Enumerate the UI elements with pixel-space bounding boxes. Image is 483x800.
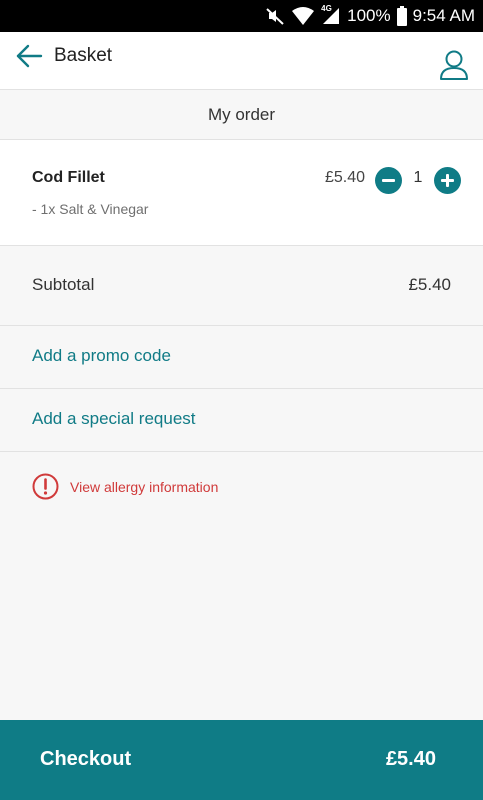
network-label: 4G [321, 4, 332, 13]
battery-icon [396, 6, 407, 26]
back-button[interactable] [14, 43, 44, 73]
mute-icon [265, 6, 285, 26]
subtotal-label: Subtotal [32, 275, 95, 294]
account-button[interactable] [439, 49, 469, 81]
subtotal-row: Subtotal £5.40 [0, 246, 483, 326]
checkout-button[interactable]: Checkout £5.40 [0, 720, 483, 800]
item-modifier: - 1x Salt & Vinegar [32, 201, 149, 217]
arrow-left-icon [15, 44, 43, 73]
app-bar: Basket [0, 32, 483, 90]
add-special-request-link[interactable]: Add a special request [32, 409, 196, 429]
item-quantity: 1 [413, 169, 423, 186]
plus-icon-vertical [446, 174, 449, 187]
checkout-total: £5.40 [385, 748, 436, 770]
order-item: Cod Fillet - 1x Salt & Vinegar £5.40 1 [0, 140, 483, 246]
subtotal-value: £5.40 [408, 275, 451, 294]
status-bar-right: 4G 100% 9:54 AM [265, 0, 475, 32]
signal-icon: 4G [321, 4, 341, 26]
status-time: 9:54 AM [412, 6, 475, 25]
battery-percent: 100% [347, 6, 391, 25]
checkout-label: Checkout [40, 748, 132, 770]
item-price: £5.40 [324, 169, 365, 186]
decrease-quantity-button[interactable] [375, 167, 402, 194]
minus-icon [382, 179, 395, 182]
section-title-text: My order [207, 104, 276, 124]
allergy-info-link[interactable]: View allergy information [32, 473, 218, 500]
increase-quantity-button[interactable] [434, 167, 461, 194]
section-title: My order [0, 90, 483, 140]
wifi-icon [291, 6, 315, 26]
user-icon [439, 50, 469, 85]
add-promo-code-link[interactable]: Add a promo code [32, 346, 171, 366]
promo-code-row[interactable]: Add a promo code [0, 326, 483, 389]
status-bar: 4G 100% 9:54 AM [0, 0, 483, 32]
page-title: Basket [54, 45, 113, 66]
item-name: Cod Fillet [32, 169, 105, 186]
special-request-row[interactable]: Add a special request [0, 389, 483, 452]
allergy-info-label: View allergy information [70, 478, 219, 495]
alert-circle-icon [32, 473, 59, 500]
